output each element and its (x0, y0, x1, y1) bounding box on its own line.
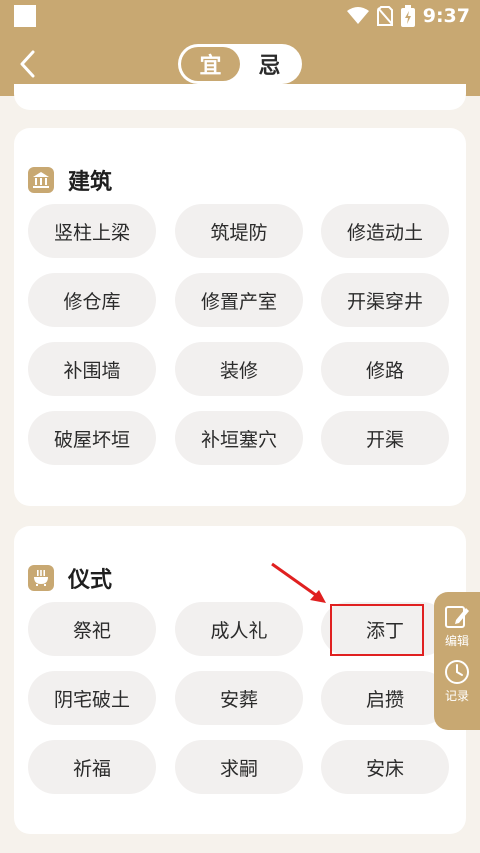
tag-item[interactable]: 修路 (321, 342, 449, 396)
annotation-highlight-box (330, 604, 424, 656)
section-card-ritual: 仪式 祭祀 成人礼 添丁 阴宅破土 安葬 启攒 祈福 求嗣 安床 (14, 526, 466, 834)
tag-item[interactable]: 开渠穿井 (321, 273, 449, 327)
section-title-text: 仪式 (68, 568, 113, 593)
tag-item[interactable]: 补垣塞穴 (175, 411, 303, 465)
tag-item[interactable]: 竖柱上梁 (28, 204, 156, 258)
status-icons: 9:37 (346, 5, 470, 27)
back-button[interactable] (12, 46, 42, 82)
chevron-left-icon (20, 50, 35, 78)
section-title: 仪式 (28, 562, 112, 594)
no-sim-icon (376, 6, 393, 26)
tag-item[interactable]: 安床 (321, 740, 449, 794)
tag-item[interactable]: 阴宅破土 (28, 671, 156, 725)
edit-icon (445, 606, 469, 628)
edit-button[interactable]: 编辑 (444, 604, 470, 649)
tag-item[interactable]: 修仓库 (28, 273, 156, 327)
tab-ji[interactable]: 忌 (240, 47, 299, 81)
tag-item[interactable]: 安葬 (175, 671, 303, 725)
wifi-icon (346, 7, 369, 24)
notification-icon (14, 5, 36, 27)
side-panel: 编辑 记录 (434, 592, 480, 730)
status-bar: 9:37 (0, 0, 480, 32)
tag-item[interactable]: 祈福 (28, 740, 156, 794)
tab-yi[interactable]: 宜 (181, 47, 240, 81)
tag-item[interactable]: 筑堤防 (175, 204, 303, 258)
tag-item[interactable]: 祭祀 (28, 602, 156, 656)
previous-section-card (14, 84, 466, 110)
battery-icon (400, 5, 415, 27)
record-label: 记录 (444, 689, 469, 703)
tag-item[interactable]: 破屋坏垣 (28, 411, 156, 465)
censer-icon (28, 565, 54, 591)
tag-item[interactable]: 修造动土 (321, 204, 449, 258)
tag-item[interactable]: 装修 (175, 342, 303, 396)
annotation-arrow-icon (271, 562, 326, 603)
section-title-text: 建筑 (68, 170, 113, 195)
tag-item[interactable]: 求嗣 (175, 740, 303, 794)
tag-item[interactable]: 成人礼 (175, 602, 303, 656)
tag-item[interactable]: 开渠 (321, 411, 449, 465)
section-card-architecture: 建筑 竖柱上梁 筑堤防 修造动土 修仓库 修置产室 开渠穿井 补围墙 装修 修路… (14, 128, 466, 506)
tag-item[interactable]: 补围墙 (28, 342, 156, 396)
clock-icon (445, 660, 469, 684)
record-button[interactable]: 记录 (444, 659, 470, 704)
tag-item[interactable]: 启攒 (321, 671, 449, 725)
section-title: 建筑 (28, 164, 112, 196)
edit-label: 编辑 (444, 634, 469, 648)
yi-ji-toggle: 宜 忌 (178, 44, 302, 84)
status-time: 9:37 (422, 5, 470, 27)
tag-item[interactable]: 修置产室 (175, 273, 303, 327)
temple-icon (28, 167, 54, 193)
